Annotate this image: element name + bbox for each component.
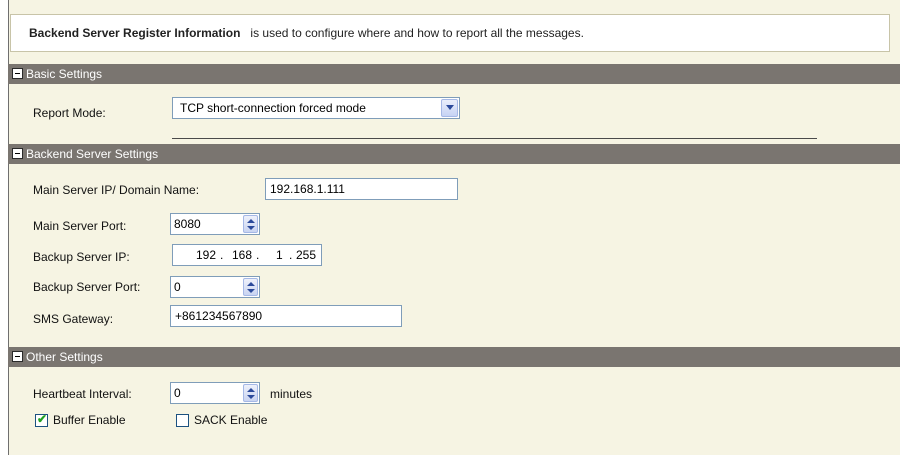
ip-octet: 192 [196, 248, 217, 262]
report-mode-label: Report Mode: [33, 106, 106, 120]
ip-octet: 255 [296, 248, 317, 262]
ip-dot: . [220, 248, 224, 262]
backup-server-ip-label: Backup Server IP: [33, 250, 130, 264]
info-description: is used to configure where and how to re… [250, 26, 584, 40]
sack-enable-label[interactable]: SACK Enable [194, 413, 267, 427]
collapse-icon[interactable] [12, 148, 23, 159]
info-banner: Backend Server Register Information is u… [10, 14, 890, 52]
ip-octet: 1 [276, 248, 283, 262]
ip-dot: . [289, 248, 293, 262]
buffer-enable-checkbox[interactable]: ✔ [35, 412, 48, 427]
collapse-icon[interactable] [12, 68, 23, 79]
backup-server-port-value: 0 [174, 280, 181, 294]
chevron-down-icon[interactable] [441, 99, 458, 117]
section-basic-settings[interactable]: Basic Settings [8, 64, 900, 84]
section-title: Basic Settings [26, 67, 103, 81]
spinner-icon[interactable] [243, 215, 258, 233]
main-server-port-stepper[interactable]: 8080 [170, 213, 260, 235]
section-title: Backend Server Settings [26, 147, 159, 161]
report-mode-value: TCP short-connection forced mode [180, 101, 366, 115]
section-other-settings[interactable]: Other Settings [8, 347, 900, 367]
spinner-icon[interactable] [243, 384, 258, 402]
main-server-port-value: 8080 [174, 217, 201, 231]
collapse-icon[interactable] [12, 351, 23, 362]
main-server-ip-label: Main Server IP/ Domain Name: [33, 183, 200, 197]
report-mode-select[interactable]: TCP short-connection forced mode [172, 97, 460, 119]
checkmark-icon: ✔ [37, 412, 48, 426]
backup-server-port-stepper[interactable]: 0 [170, 276, 260, 298]
sms-gateway-label: SMS Gateway: [33, 312, 114, 326]
section-title: Other Settings [26, 350, 103, 364]
heartbeat-unit: minutes [270, 387, 313, 401]
sack-enable-checkbox[interactable] [176, 414, 189, 427]
main-server-port-label: Main Server Port: [33, 219, 127, 233]
main-server-ip-input[interactable]: 192.168.1.111 [265, 178, 458, 200]
main-server-ip-value: 192.168.1.111 [270, 182, 345, 196]
ip-dot: . [256, 248, 260, 262]
ip-octet: 168 [232, 248, 253, 262]
backup-server-ip-input[interactable]: 192 . 168 . 1 . 255 [172, 244, 322, 266]
section-backend-server-settings[interactable]: Backend Server Settings [8, 144, 900, 164]
heartbeat-interval-label: Heartbeat Interval: [33, 387, 132, 401]
heartbeat-interval-value: 0 [174, 386, 181, 400]
backup-server-port-label: Backup Server Port: [33, 280, 141, 294]
divider [172, 138, 817, 139]
sms-gateway-value: +861234567890 [175, 309, 263, 323]
info-text: Backend Server Register Information is u… [29, 26, 584, 40]
info-title: Backend Server Register Information [29, 26, 241, 40]
sms-gateway-input[interactable]: +861234567890 [170, 305, 402, 327]
buffer-enable-label[interactable]: Buffer Enable [53, 413, 126, 427]
heartbeat-interval-stepper[interactable]: 0 [170, 382, 260, 404]
spinner-icon[interactable] [243, 278, 258, 296]
